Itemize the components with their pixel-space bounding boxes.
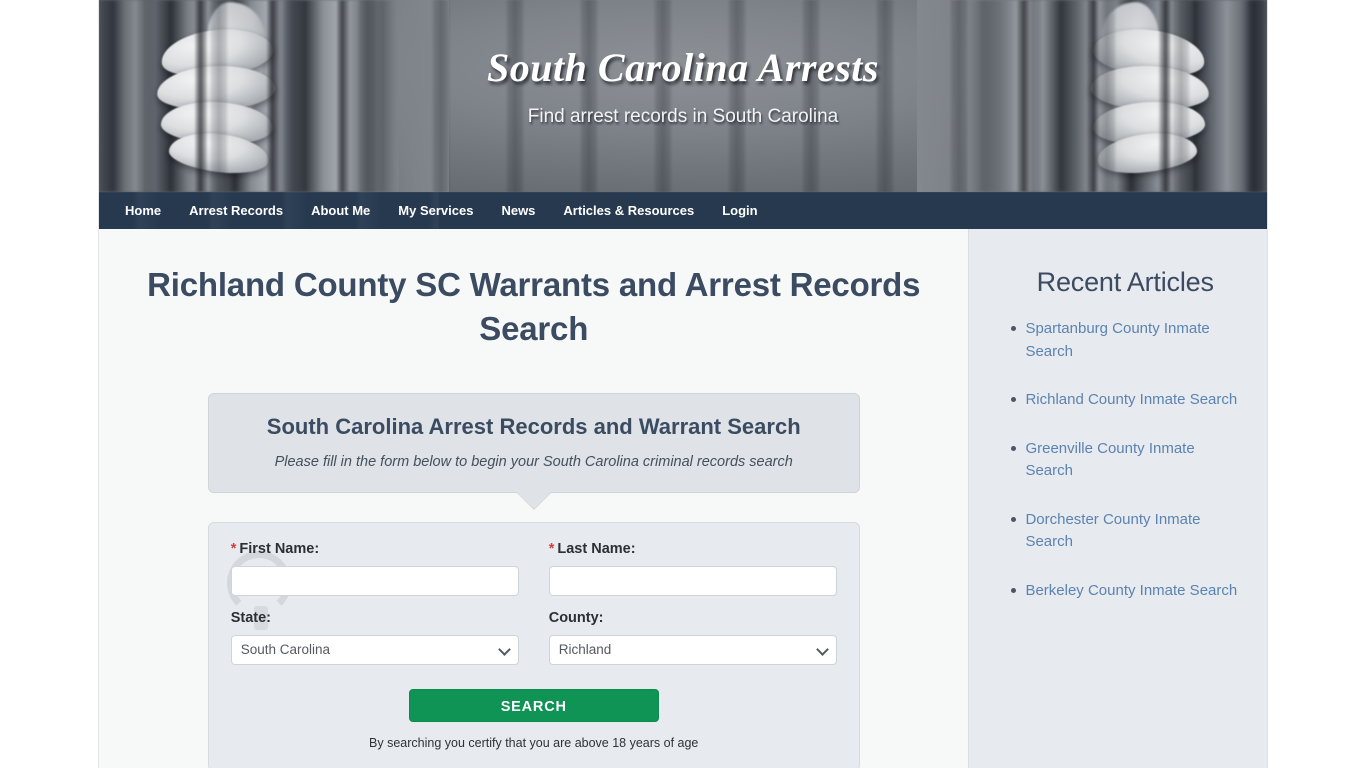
search-callout: South Carolina Arrest Records and Warran… [207, 392, 860, 509]
last-name-label: * Last Name: [549, 541, 837, 557]
body-wrapper: Richland County SC Warrants and Arrest R… [99, 229, 1267, 768]
first-name-label-text: First Name: [239, 540, 320, 557]
state-select-wrapper: South Carolina [230, 634, 519, 665]
site-title: South Carolina Arrests [487, 45, 879, 90]
main-navigation: Home Arrest Records About Me My Services… [99, 192, 1267, 229]
county-select-wrapper: Richland [548, 634, 837, 665]
main-content: Richland County SC Warrants and Arrest R… [99, 229, 969, 768]
list-item: Richland County Inmate Search [1011, 389, 1243, 412]
field-first-name: * First Name: [230, 541, 519, 596]
sidebar: Recent Articles Spartanburg County Inmat… [968, 229, 1267, 768]
first-name-label: * First Name: [231, 541, 519, 557]
article-link-dorchester[interactable]: Dorchester County Inmate Search [1025, 511, 1200, 551]
sidebar-heading: Recent Articles [1036, 267, 1214, 297]
article-link-berkeley[interactable]: Berkeley County Inmate Search [1025, 582, 1237, 599]
last-name-input[interactable] [548, 565, 837, 596]
nav-item-articles-resources[interactable]: Articles & Resources [549, 193, 708, 228]
form-row-location: State: South Carolina County: Richland [230, 609, 837, 665]
field-last-name: * Last Name: [548, 541, 837, 596]
age-disclaimer: By searching you certify that you are ab… [369, 735, 699, 750]
county-label: County: [548, 609, 604, 626]
nav-item-home[interactable]: Home [111, 193, 175, 228]
page-root: South Carolina Arrests Find arrest recor… [0, 0, 1366, 768]
article-link-spartanburg[interactable]: Spartanburg County Inmate Search [1025, 320, 1209, 360]
banner-text-block: South Carolina Arrests Find arrest recor… [99, 46, 1267, 128]
site-container: South Carolina Arrests Find arrest recor… [98, 0, 1268, 768]
required-marker: * [548, 540, 555, 557]
list-item: Berkeley County Inmate Search [1011, 580, 1243, 603]
callout-arrow-icon [516, 491, 551, 509]
county-select[interactable]: Richland [548, 634, 837, 665]
required-marker: * [230, 540, 237, 557]
callout-subtext: Please fill in the form below to begin y… [274, 453, 793, 470]
list-item: Spartanburg County Inmate Search [1011, 318, 1243, 363]
site-tagline: Find arrest records in South Carolina [527, 106, 839, 127]
form-row-names: * First Name: * Last Name: [230, 541, 837, 596]
recent-articles-list: Spartanburg County Inmate Search Richlan… [1007, 318, 1243, 602]
nav-item-my-services[interactable]: My Services [384, 193, 487, 228]
state-select[interactable]: South Carolina [230, 634, 519, 665]
search-button[interactable]: SEARCH [408, 688, 659, 722]
page-title: Richland County SC Warrants and Arrest R… [147, 266, 921, 347]
arrest-records-search-form: * First Name: * Last Name: State: South … [207, 521, 860, 768]
state-label: State: [230, 609, 272, 626]
nav-item-arrest-records[interactable]: Arrest Records [175, 193, 297, 228]
list-item: Greenville County Inmate Search [1011, 438, 1243, 483]
list-item: Dorchester County Inmate Search [1011, 509, 1243, 554]
nav-item-news[interactable]: News [487, 193, 549, 228]
field-county: County: Richland [548, 609, 837, 665]
article-link-greenville[interactable]: Greenville County Inmate Search [1025, 440, 1194, 480]
nav-item-login[interactable]: Login [708, 193, 771, 228]
last-name-label-text: Last Name: [557, 540, 636, 557]
article-link-richland[interactable]: Richland County Inmate Search [1025, 391, 1237, 408]
first-name-input[interactable] [230, 565, 519, 596]
field-state: State: South Carolina [230, 609, 519, 665]
site-banner: South Carolina Arrests Find arrest recor… [99, 0, 1267, 192]
nav-item-about-me[interactable]: About Me [297, 193, 384, 228]
search-button-row: SEARCH [231, 688, 837, 722]
callout-heading: South Carolina Arrest Records and Warran… [266, 413, 801, 439]
